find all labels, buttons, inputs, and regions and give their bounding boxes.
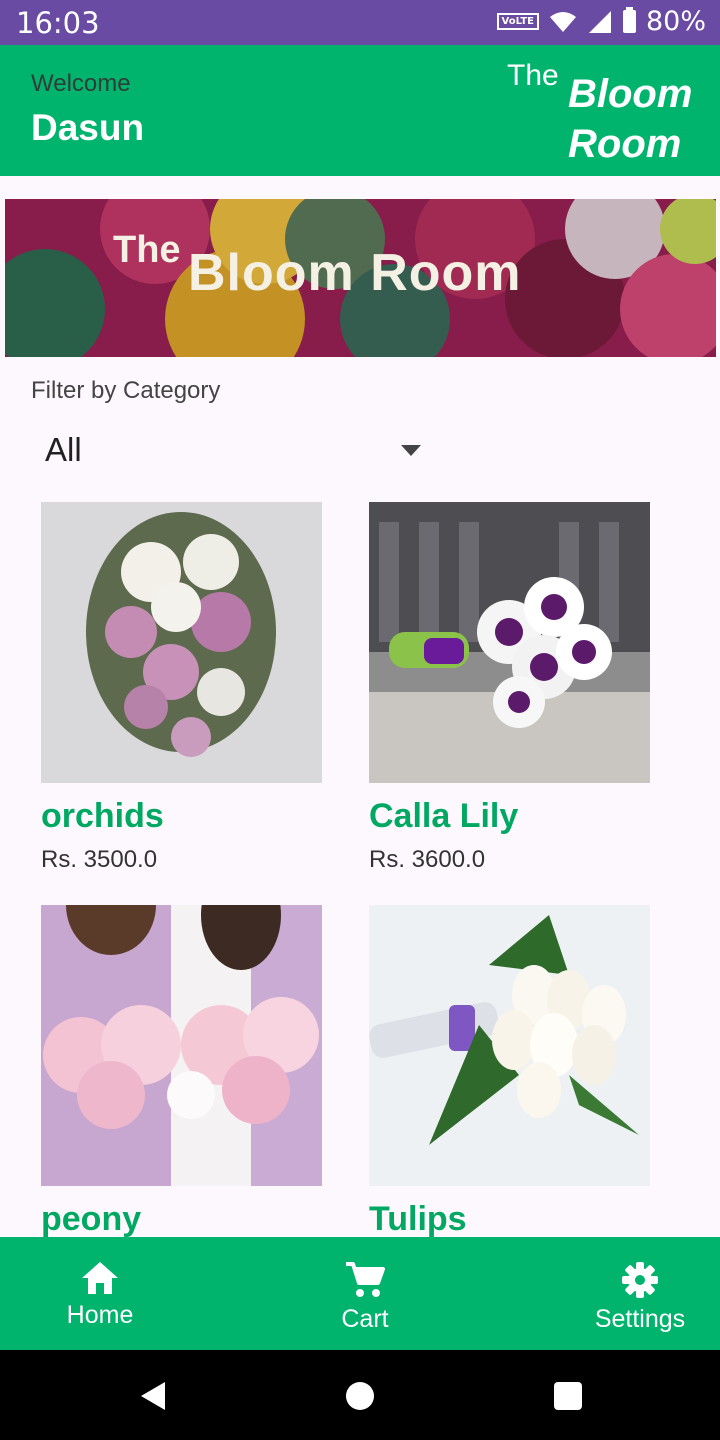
product-card[interactable]: Calla Lily Rs. 3600.0 [369,502,650,874]
product-grid: orchids Rs. 3500.0 Calla Lily Rs. 3600.0… [0,502,720,1237]
nav-cart[interactable]: Cart [305,1237,425,1350]
product-name: Tulips [369,1200,467,1237]
bottom-navigation: Home Cart Settings [0,1237,720,1350]
product-price: Rs. 3500.0 [41,846,158,873]
app-header: Welcome Dasun The Bloom Room [0,45,720,176]
nav-cart-label: Cart [341,1305,389,1333]
battery-percent: 80% [645,6,706,37]
signal-icon [588,10,611,33]
category-selected: All [45,431,82,468]
dropdown-arrow-icon [401,445,421,456]
nav-home[interactable]: Home [40,1237,160,1350]
nav-home-label: Home [66,1301,134,1329]
nav-settings-label: Settings [594,1305,686,1333]
filter-label: Filter by Category [31,377,221,404]
volte-indicator: VoLTE [496,13,539,30]
brand-line2: Room [568,122,682,166]
brand-logo: Bloom Room [568,69,692,169]
product-name: peony [41,1200,142,1237]
system-navigation-bar [0,1350,720,1440]
status-time: 16:03 [16,6,100,40]
product-image [41,502,322,783]
recent-apps-icon[interactable] [554,1382,582,1410]
status-icons: VoLTE 80% [496,6,706,37]
product-card[interactable]: peony [41,905,322,1237]
wifi-icon [549,11,576,32]
category-dropdown[interactable]: All [31,425,431,479]
cart-icon [346,1262,385,1297]
home-icon [82,1262,118,1294]
brand-the: The [507,59,559,92]
product-name: orchids [41,797,164,835]
battery-icon [622,7,636,33]
back-icon[interactable] [139,1381,167,1411]
home-circle-icon[interactable] [346,1382,374,1410]
brand-line1: Bloom [568,72,693,116]
username: Dasun [31,107,145,148]
banner-the: The [113,229,181,271]
gear-icon [622,1262,658,1298]
product-image [369,502,650,783]
banner-title: Bloom Room [188,244,522,302]
promo-banner: The Bloom Room [5,199,716,357]
status-bar: 16:03 VoLTE 80% [0,0,720,45]
nav-settings[interactable]: Settings [580,1237,700,1350]
product-name: Calla Lily [369,797,519,835]
product-image [369,905,650,1186]
welcome-label: Welcome [31,70,131,97]
product-card[interactable]: orchids Rs. 3500.0 [41,502,322,874]
product-image [41,905,322,1186]
product-card[interactable]: Tulips [369,905,650,1237]
product-price: Rs. 3600.0 [369,846,486,873]
